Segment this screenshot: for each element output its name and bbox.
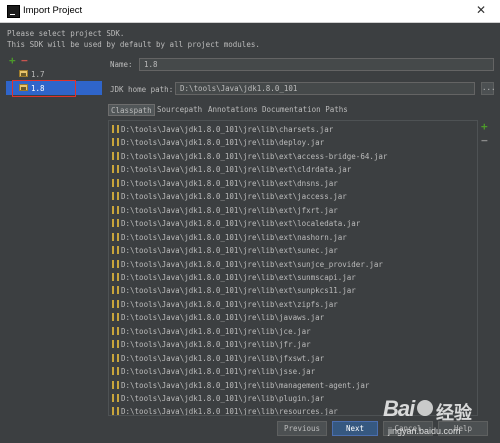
jar-icon xyxy=(112,232,119,241)
list-item[interactable]: D:\tools\Java\jdk1.8.0_101\jre\lib\ext\d… xyxy=(109,177,469,190)
list-item[interactable]: D:\tools\Java\jdk1.8.0_101\jre\lib\ext\j… xyxy=(109,204,469,217)
list-item-label: D:\tools\Java\jdk1.8.0_101\jre\lib\ext\s… xyxy=(121,272,356,282)
watermark-text: 经验 xyxy=(436,403,472,423)
list-item[interactable]: D:\tools\Java\jdk1.8.0_101\jre\lib\ext\s… xyxy=(109,244,469,257)
list-item[interactable]: D:\tools\Java\jdk1.8.0_101\jre\lib\jfxsw… xyxy=(109,352,469,365)
list-item[interactable]: D:\tools\Java\jdk1.8.0_101\jre\lib\ext\l… xyxy=(109,217,469,230)
list-item[interactable]: D:\tools\Java\jdk1.8.0_101\jre\lib\manag… xyxy=(109,379,469,392)
name-label: Name: xyxy=(110,60,133,69)
list-item[interactable]: D:\tools\Java\jdk1.8.0_101\jre\lib\ext\a… xyxy=(109,150,469,163)
intro-line-2: This SDK will be used by default by all … xyxy=(7,40,260,49)
jar-icon xyxy=(112,259,119,268)
list-item-label: D:\tools\Java\jdk1.8.0_101\jre\lib\javaw… xyxy=(121,313,325,323)
list-item[interactable]: D:\tools\Java\jdk1.8.0_101\jre\lib\jfr.j… xyxy=(109,338,469,351)
list-item[interactable]: D:\tools\Java\jdk1.8.0_101\jre\lib\ext\c… xyxy=(109,163,469,176)
list-item-label: D:\tools\Java\jdk1.8.0_101\jre\lib\ext\j… xyxy=(121,192,347,202)
list-item-label: D:\tools\Java\jdk1.8.0_101\jre\lib\ext\z… xyxy=(121,299,338,309)
jar-icon xyxy=(112,192,119,201)
list-item[interactable]: D:\tools\Java\jdk1.8.0_101\jre\lib\ext\s… xyxy=(109,284,469,297)
intro-line-1: Please select project SDK. xyxy=(7,29,125,38)
jar-icon xyxy=(112,272,119,281)
intro-text: Please select project SDK. This SDK will… xyxy=(7,28,260,50)
tab-annotations[interactable]: Annotations xyxy=(206,104,260,116)
baidu-watermark: Bai 经验 jingyan.baidu.com xyxy=(383,396,498,440)
list-item-label: D:\tools\Java\jdk1.8.0_101\jre\lib\ext\s… xyxy=(121,259,383,269)
jar-icon xyxy=(112,326,119,335)
classpath-list[interactable]: D:\tools\Java\jdk1.8.0_101\jre\lib\chars… xyxy=(108,120,478,416)
jar-icon xyxy=(112,394,119,402)
sdk-details-pane: Name: 1.8 JDK home path: D:\tools\Java\j… xyxy=(108,56,496,436)
list-item[interactable]: D:\tools\Java\jdk1.8.0_101\jre\lib\deplo… xyxy=(109,136,469,149)
close-icon[interactable]: ✕ xyxy=(476,3,486,17)
watermark-url: jingyan.baidu.com xyxy=(388,426,461,436)
paw-icon xyxy=(417,400,433,416)
sdk-item-1-7[interactable]: 1.7 xyxy=(6,67,102,81)
list-item-label: D:\tools\Java\jdk1.8.0_101\jre\lib\deplo… xyxy=(121,138,325,148)
jar-icon xyxy=(112,138,119,147)
title-bar: Import Project ✕ xyxy=(0,0,500,23)
sdk-list-pane: + − 1.7 1.8 xyxy=(6,54,102,434)
list-item[interactable]: D:\tools\Java\jdk1.8.0_101\jre\lib\ext\s… xyxy=(109,258,469,271)
sdk-item-label: 1.7 xyxy=(31,70,45,79)
jar-icon xyxy=(112,407,119,415)
list-item[interactable]: D:\tools\Java\jdk1.8.0_101\jre\lib\javaw… xyxy=(109,311,469,324)
list-item-label: D:\tools\Java\jdk1.8.0_101\jre\lib\ext\a… xyxy=(121,151,388,161)
list-item-label: D:\tools\Java\jdk1.8.0_101\jre\lib\ext\j… xyxy=(121,205,338,215)
list-item[interactable]: D:\tools\Java\jdk1.8.0_101\jre\lib\ext\j… xyxy=(109,190,469,203)
window-title: Import Project xyxy=(23,5,83,16)
list-item[interactable]: D:\tools\Java\jdk1.8.0_101\jre\lib\jce.j… xyxy=(109,325,469,338)
intellij-logo-icon xyxy=(7,5,20,18)
jar-icon xyxy=(112,313,119,322)
jar-icon xyxy=(112,246,119,255)
tab-documentation-paths[interactable]: Documentation Paths xyxy=(260,104,350,116)
list-item[interactable]: D:\tools\Java\jdk1.8.0_101\jre\lib\ext\z… xyxy=(109,298,469,311)
list-item[interactable]: D:\tools\Java\jdk1.8.0_101\jre\lib\ext\n… xyxy=(109,231,469,244)
jar-icon xyxy=(112,367,119,376)
list-item-label: D:\tools\Java\jdk1.8.0_101\jre\lib\jce.j… xyxy=(121,326,311,336)
list-item-label: D:\tools\Java\jdk1.8.0_101\jre\lib\ext\l… xyxy=(121,219,361,229)
remove-path-icon[interactable]: − xyxy=(481,134,488,147)
add-sdk-icon[interactable]: + xyxy=(9,54,16,67)
list-item-label: D:\tools\Java\jdk1.8.0_101\jre\lib\plugi… xyxy=(121,394,325,403)
jdk-home-label: JDK home path: xyxy=(110,85,174,94)
folder-icon xyxy=(19,70,28,77)
list-item-label: D:\tools\Java\jdk1.8.0_101\jre\lib\ext\c… xyxy=(121,165,352,175)
jar-icon xyxy=(112,178,119,187)
jdk-home-path-field[interactable]: D:\tools\Java\jdk1.8.0_101 xyxy=(175,82,475,95)
list-item-label: D:\tools\Java\jdk1.8.0_101\jre\lib\ext\d… xyxy=(121,178,338,188)
jar-icon xyxy=(112,380,119,389)
jar-icon xyxy=(112,286,119,295)
jar-icon xyxy=(112,151,119,160)
jar-icon xyxy=(112,299,119,308)
tab-sourcepath[interactable]: Sourcepath xyxy=(155,104,204,116)
list-item-label: D:\tools\Java\jdk1.8.0_101\jre\lib\jfr.j… xyxy=(121,340,311,350)
tab-classpath[interactable]: Classpath xyxy=(108,104,155,116)
next-button[interactable]: Next xyxy=(332,421,378,436)
jar-icon xyxy=(112,219,119,228)
jar-icon xyxy=(112,340,119,349)
list-item-label: D:\tools\Java\jdk1.8.0_101\jre\lib\ext\n… xyxy=(121,232,347,242)
jar-icon xyxy=(112,353,119,362)
remove-sdk-icon[interactable]: − xyxy=(21,54,28,67)
list-item-label: D:\tools\Java\jdk1.8.0_101\jre\lib\ext\s… xyxy=(121,246,338,256)
previous-button[interactable]: Previous xyxy=(277,421,327,436)
watermark-logo: Bai xyxy=(383,396,415,421)
list-item-label: D:\tools\Java\jdk1.8.0_101\jre\lib\jfxsw… xyxy=(121,353,325,363)
list-item-label: D:\tools\Java\jdk1.8.0_101\jre\lib\jsse.… xyxy=(121,367,316,377)
list-item-label: D:\tools\Java\jdk1.8.0_101\jre\lib\ext\s… xyxy=(121,286,356,296)
list-item[interactable]: D:\tools\Java\jdk1.8.0_101\jre\lib\chars… xyxy=(109,123,469,136)
jar-icon xyxy=(112,165,119,174)
add-path-icon[interactable]: + xyxy=(481,120,488,133)
list-item[interactable]: D:\tools\Java\jdk1.8.0_101\jre\lib\jsse.… xyxy=(109,365,469,378)
jar-icon xyxy=(112,205,119,214)
name-field[interactable]: 1.8 xyxy=(139,58,494,71)
list-item[interactable]: D:\tools\Java\jdk1.8.0_101\jre\lib\ext\s… xyxy=(109,271,469,284)
list-item-label: D:\tools\Java\jdk1.8.0_101\jre\lib\manag… xyxy=(121,380,370,390)
sdk-tree: 1.7 1.8 xyxy=(6,67,102,429)
jar-icon xyxy=(112,125,119,133)
browse-button[interactable]: ... xyxy=(481,82,496,95)
list-item-label: D:\tools\Java\jdk1.8.0_101\jre\lib\chars… xyxy=(121,125,334,134)
selection-highlight-box xyxy=(12,80,76,97)
list-item-label: D:\tools\Java\jdk1.8.0_101\jre\lib\resou… xyxy=(121,407,338,416)
